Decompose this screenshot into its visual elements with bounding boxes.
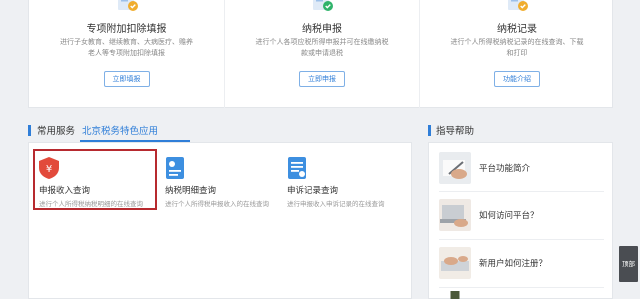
thumbnail [450, 291, 460, 299]
help-item-platform-intro[interactable]: 平台功能简介 [439, 152, 607, 186]
tab-common-services[interactable]: 常用服务 [37, 123, 75, 137]
divider [439, 191, 604, 192]
help-item-how-to-access[interactable]: 如何访问平台？ [439, 199, 607, 233]
service-tax-detail-query[interactable]: 纳税明细查询 进行个人所得税申报收入的在线查询 [159, 149, 281, 211]
yuan-shield-icon: ¥ [39, 157, 59, 179]
help-item-label: 新用户如何注册？ [479, 259, 548, 269]
feature-intro-button[interactable]: 功能介绍 [494, 71, 540, 87]
tab-beijing-special-apps[interactable]: 北京税务特色应用 [82, 123, 158, 137]
divider [439, 287, 604, 288]
card-title: 专项附加扣除填报 [86, 24, 167, 35]
help-panel: 平台功能简介 如何访问平台？ 新用户如何注册？ [428, 142, 613, 299]
service-income-declaration-query[interactable]: ¥ 申报收入查询 进行个人所得税纳税明细的在线查询 [33, 149, 157, 210]
card-description: 进行子女教育、继续教育、大病医疗、赡养老人等专项附加扣除填报 [60, 38, 193, 57]
laptop-typing-thumbnail [439, 199, 471, 231]
service-title: 申诉记录查询 [287, 186, 339, 196]
service-appeal-record-query[interactable]: 申诉记录查询 进行申报收入申诉记录的在线查询 [281, 149, 403, 211]
service-description: 进行个人所得税纳税明细的在线查询 [39, 200, 143, 208]
section-marker [428, 125, 431, 136]
card-tax-record: 纳税记录 进行个人所得税纳税记录的在线查询、下载和打印 功能介绍 [419, 0, 614, 108]
document-list-icon [166, 157, 184, 179]
card-title: 纳税记录 [497, 24, 537, 35]
top-service-panel: 专项附加扣除填报 进行子女教育、继续教育、大病医疗、赡养老人等专项附加扣除填报 … [28, 0, 613, 108]
card-special-deduction: 专项附加扣除填报 进行子女教育、继续教育、大病医疗、赡养老人等专项附加扣除填报 … [29, 0, 224, 108]
certificate-check-icon [313, 0, 333, 11]
svg-text:¥: ¥ [46, 164, 52, 175]
hand-pen-thumbnail [439, 152, 471, 184]
certificate-check-icon [117, 0, 138, 11]
card-description: 进行个人各项应税所得申报并可在线缴纳税款或申请退税 [255, 38, 389, 57]
keyboard-thumbnail [439, 247, 471, 279]
help-item-label: 平台功能简介 [479, 164, 531, 174]
service-description: 进行个人所得税申报收入的在线查询 [165, 200, 269, 208]
certificate-check-icon [508, 0, 528, 11]
declare-now-button[interactable]: 立即申报 [299, 71, 345, 87]
help-item-new-user-register[interactable]: 新用户如何注册？ [439, 247, 607, 281]
divider [439, 239, 604, 240]
service-description: 进行申报收入申诉记录的在线查询 [287, 200, 385, 208]
services-tab-bar: 常用服务 北京税务特色应用 [28, 120, 412, 142]
help-item-partial[interactable] [439, 291, 607, 299]
help-section-header: 指导帮助 [428, 120, 613, 142]
section-marker [28, 125, 31, 136]
help-item-label: 如何访问平台？ [479, 211, 539, 221]
appeal-document-icon [288, 157, 306, 179]
back-to-top-button[interactable]: 顶部 [619, 246, 638, 282]
service-title: 申报收入查询 [39, 186, 91, 196]
fill-now-button[interactable]: 立即填报 [103, 71, 150, 87]
card-description: 进行个人所得税纳税记录的在线查询、下载和打印 [450, 38, 584, 57]
services-panel: ¥ 申报收入查询 进行个人所得税纳税明细的在线查询 纳税明细查询 进行个人所得税… [28, 142, 412, 299]
card-tax-declaration: 纳税申报 进行个人各项应税所得申报并可在线缴纳税款或申请退税 立即申报 [224, 0, 419, 108]
help-section-title: 指导帮助 [436, 126, 475, 137]
card-title: 纳税申报 [302, 24, 342, 35]
service-title: 纳税明细查询 [165, 186, 217, 196]
